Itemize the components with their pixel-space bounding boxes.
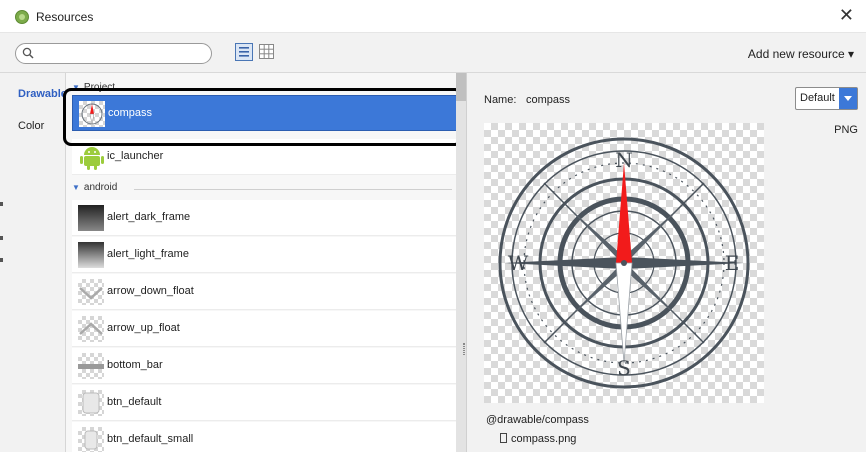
nav-item-drawable[interactable]: Drawable bbox=[18, 88, 67, 100]
resource-name: ic_launcher bbox=[107, 150, 164, 162]
splitter-grip-icon[interactable] bbox=[463, 343, 465, 355]
image-preview: N S E W bbox=[484, 123, 764, 403]
compass-thumbnail bbox=[79, 101, 105, 127]
file-icon bbox=[500, 433, 507, 443]
collapse-caret-icon: ▼ bbox=[72, 183, 80, 192]
toolbar: Add new resource ▾ bbox=[0, 33, 866, 73]
close-icon[interactable]: ✕ bbox=[839, 6, 854, 24]
arrow-up-float-thumbnail bbox=[78, 316, 104, 342]
preview-pane: Name: compass Default PNG N S E W @drawa… bbox=[470, 73, 866, 452]
group-header-project[interactable]: ▼ Project bbox=[72, 82, 452, 96]
add-new-resource-button[interactable]: Add new resource ▾ bbox=[748, 47, 854, 61]
resource-name: btn_default_small bbox=[107, 433, 194, 445]
list-item-arrow-up-float[interactable]: arrow_up_float bbox=[72, 311, 456, 347]
compass-letter-w: W bbox=[508, 251, 529, 275]
resource-reference: @drawable/compass bbox=[486, 414, 589, 426]
edge-mark bbox=[0, 202, 3, 206]
file-entry[interactable]: compass.png bbox=[500, 433, 576, 445]
edge-mark bbox=[0, 236, 3, 240]
resource-name: bottom_bar bbox=[107, 359, 163, 371]
chevron-down-icon[interactable] bbox=[839, 88, 857, 109]
resource-name: arrow_down_float bbox=[107, 285, 194, 297]
list-item-arrow-down-float[interactable]: arrow_down_float bbox=[72, 274, 456, 310]
window-title: Resources bbox=[36, 10, 94, 24]
list-item-bottom-bar[interactable]: bottom_bar bbox=[72, 348, 456, 384]
resource-name: compass bbox=[108, 107, 153, 119]
compass-letter-s: S bbox=[617, 356, 631, 380]
group-label: android bbox=[83, 182, 118, 193]
compass-letter-e: E bbox=[725, 251, 740, 275]
divider bbox=[132, 89, 452, 90]
resource-type-nav: Drawable Color bbox=[0, 73, 67, 452]
nav-item-color[interactable]: Color bbox=[18, 120, 44, 132]
arrow-down-float-thumbnail bbox=[78, 279, 104, 305]
group-header-android[interactable]: ▼ android bbox=[72, 182, 452, 196]
alert-dark-frame-thumbnail bbox=[78, 205, 104, 231]
android-studio-icon bbox=[15, 10, 29, 24]
density-dropdown[interactable]: Default bbox=[795, 87, 858, 110]
resource-list: ▼Project compass ic_launcher ▼android bbox=[66, 73, 456, 452]
alert-light-frame-thumbnail bbox=[78, 242, 104, 268]
bottom-bar-thumbnail bbox=[78, 353, 104, 379]
divider bbox=[134, 189, 452, 190]
list-item-alert-light-frame[interactable]: alert_light_frame bbox=[72, 237, 456, 273]
list-item-compass[interactable]: compass bbox=[72, 95, 456, 131]
file-name: compass.png bbox=[511, 433, 577, 445]
list-view-icon[interactable] bbox=[235, 43, 253, 61]
compass-letter-n: N bbox=[615, 148, 633, 172]
scrollbar-thumb[interactable] bbox=[456, 73, 466, 101]
btn-default-thumbnail bbox=[78, 390, 104, 416]
title-bar: Resources ✕ bbox=[0, 0, 866, 33]
edge-mark bbox=[0, 258, 3, 262]
resource-name: alert_dark_frame bbox=[107, 211, 191, 223]
compass-image: N S E W bbox=[498, 137, 750, 389]
name-label: Name: bbox=[484, 94, 517, 106]
list-item-alert-dark-frame[interactable]: alert_dark_frame bbox=[72, 200, 456, 236]
name-value: compass bbox=[526, 94, 571, 106]
group-label: Project bbox=[83, 82, 116, 93]
scrollbar-track[interactable] bbox=[456, 73, 466, 452]
format-label: PNG bbox=[834, 124, 858, 136]
list-item-btn-default-small[interactable]: btn_default_small bbox=[72, 422, 456, 452]
collapse-caret-icon: ▼ bbox=[72, 83, 80, 92]
grid-view-icon[interactable] bbox=[259, 44, 274, 59]
btn-default-small-thumbnail bbox=[78, 427, 104, 452]
resource-name: btn_default bbox=[107, 396, 162, 408]
resource-name: arrow_up_float bbox=[107, 322, 180, 334]
resource-name: alert_light_frame bbox=[107, 248, 189, 260]
search-icon bbox=[22, 47, 34, 59]
list-item-ic-launcher[interactable]: ic_launcher bbox=[72, 139, 456, 175]
android-icon bbox=[80, 147, 104, 170]
search-input[interactable] bbox=[38, 46, 203, 61]
search-field[interactable] bbox=[15, 43, 212, 64]
list-item-btn-default[interactable]: btn_default bbox=[72, 385, 456, 421]
density-value: Default bbox=[800, 92, 835, 104]
